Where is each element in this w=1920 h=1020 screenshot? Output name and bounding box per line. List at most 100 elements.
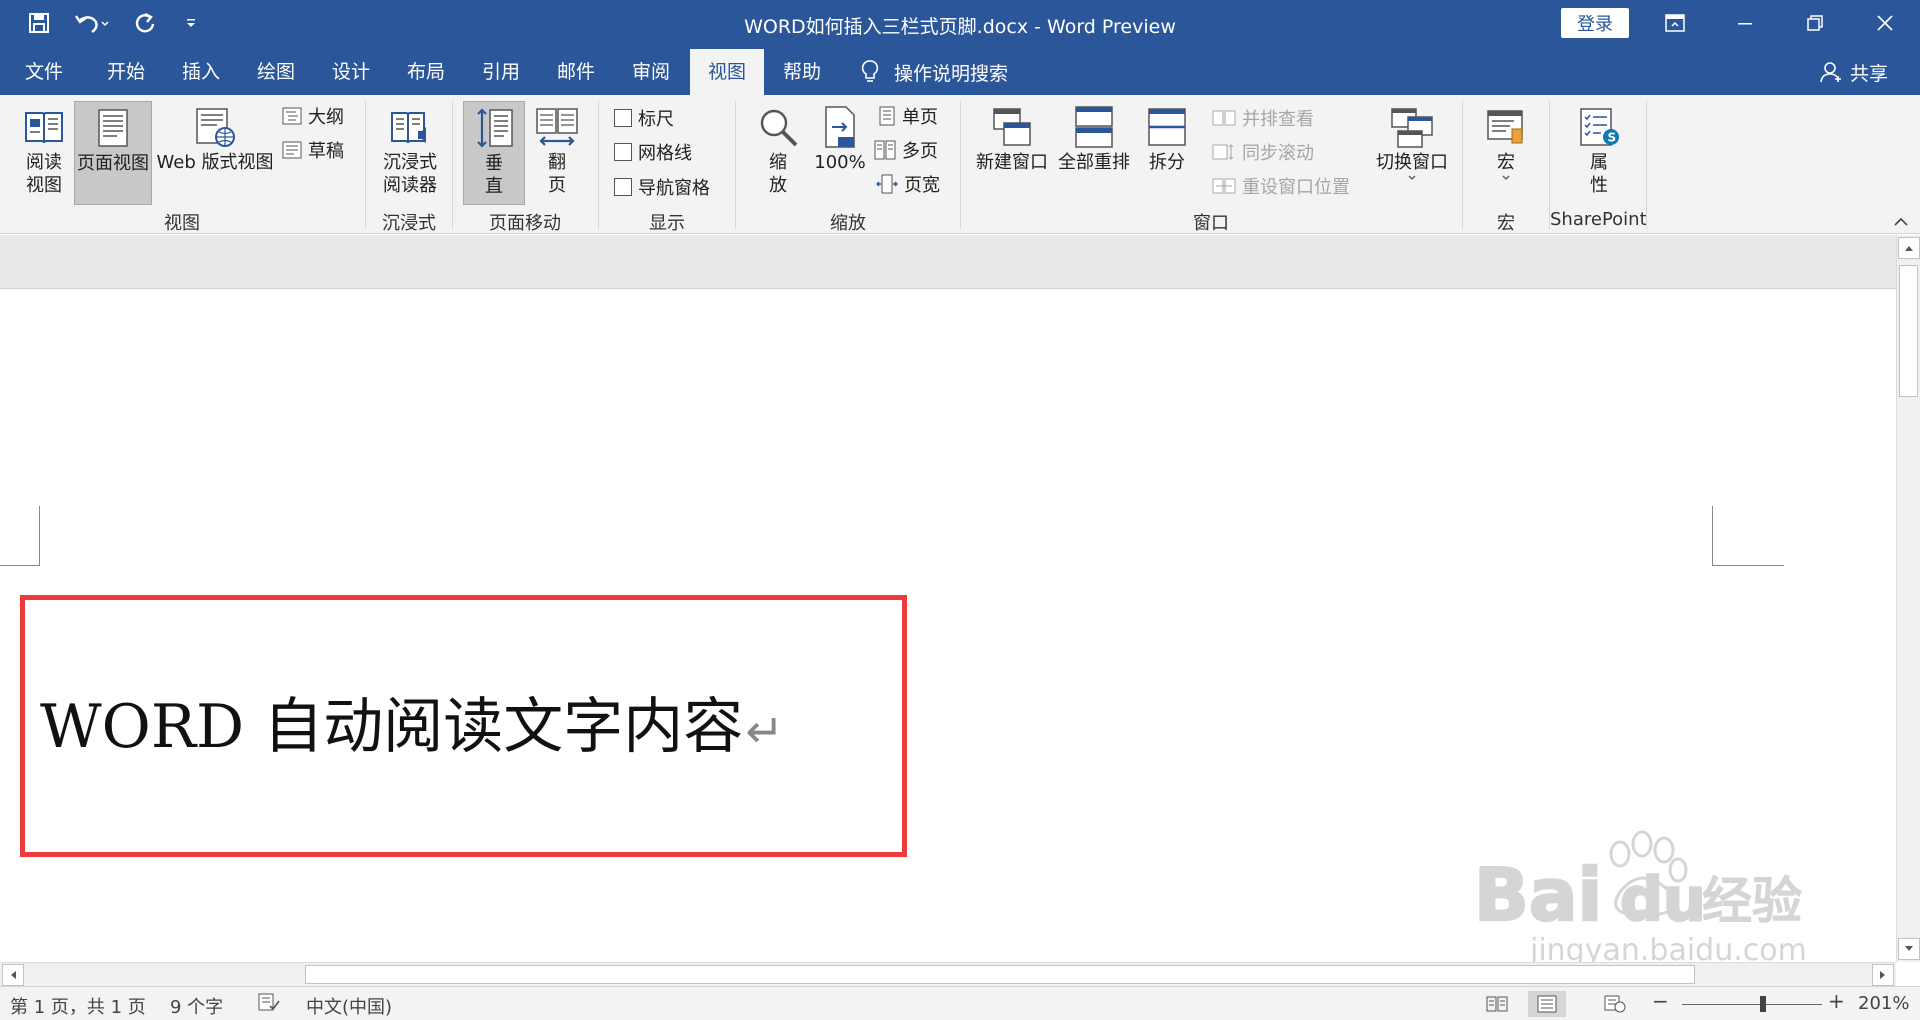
tab-mailings[interactable]: 邮件 — [538, 49, 614, 95]
immersive-reader-button[interactable]: 沉浸式 阅读器 — [374, 105, 446, 197]
nav-pane-checkbox-box[interactable] — [614, 178, 632, 196]
lightbulb-icon — [861, 60, 879, 82]
gridlines-checkbox-box[interactable] — [614, 143, 632, 161]
vertical-label: 垂 直 — [485, 153, 503, 197]
properties-button[interactable]: S 属 性 — [1566, 105, 1632, 197]
tab-review[interactable]: 审阅 — [613, 49, 689, 95]
document-text[interactable]: WORD 自动阅读文字内容↵ — [40, 678, 784, 765]
ruler-checkbox[interactable]: 标尺 — [614, 105, 674, 131]
group-sharepoint-label: SharePoint — [1550, 209, 1647, 230]
side-to-side-button[interactable]: 翻 页 — [530, 105, 584, 197]
group-separator — [1646, 101, 1647, 229]
page-width-button[interactable]: 页宽 — [876, 171, 940, 197]
gridlines-checkbox[interactable]: 网格线 — [614, 139, 692, 165]
login-button[interactable]: 登录 — [1561, 8, 1629, 38]
zoom-100-button[interactable]: 100% — [812, 105, 868, 174]
tab-insert[interactable]: 插入 — [163, 49, 239, 95]
view-side-by-side-button[interactable]: 并排查看 — [1212, 105, 1314, 131]
chevron-down-icon — [1502, 175, 1510, 180]
page-count[interactable]: 第 1 页，共 1 页 — [10, 993, 146, 1019]
arrange-all-icon — [1075, 106, 1113, 148]
macros-button[interactable]: 宏 — [1476, 105, 1536, 182]
vertical-scroll-thumb[interactable] — [1899, 265, 1918, 397]
document-text-content: WORD 自动阅读文字内容 — [40, 692, 744, 762]
paragraph-mark-icon: ↵ — [745, 704, 784, 758]
tell-me-label: 操作说明搜索 — [894, 62, 1009, 85]
proofing-icon[interactable] — [258, 992, 280, 1017]
zoom-slider-thumb[interactable] — [1760, 996, 1766, 1012]
zoom-button[interactable]: 缩 放 — [750, 105, 806, 197]
ribbon-display-options-icon[interactable] — [1640, 0, 1710, 46]
vertical-scrollbar[interactable] — [1896, 235, 1920, 962]
switch-windows-button[interactable]: 切换窗口 — [1370, 105, 1454, 182]
print-layout-icon — [98, 109, 128, 147]
crop-mark-right — [1712, 506, 1784, 566]
zoom-level[interactable]: 201% — [1858, 993, 1909, 1014]
read-mode-button[interactable]: 阅读 视图 — [14, 105, 74, 197]
scroll-left-button[interactable] — [2, 964, 24, 986]
watermark-brand-du: du — [1620, 865, 1706, 935]
language-indicator[interactable]: 中文(中国) — [306, 993, 392, 1019]
tell-me-search[interactable]: 操作说明搜索 — [860, 49, 1008, 95]
reset-window-position-button[interactable]: 重设窗口位置 — [1212, 173, 1350, 199]
group-window-label: 窗口 — [1193, 213, 1229, 234]
print-layout-view-icon[interactable] — [1528, 991, 1566, 1017]
scroll-up-button[interactable] — [1898, 237, 1920, 259]
group-macros-label: 宏 — [1497, 213, 1515, 234]
web-layout-view-icon[interactable] — [1596, 991, 1634, 1017]
split-icon — [1148, 108, 1186, 146]
ruler-checkbox-box[interactable] — [614, 109, 632, 127]
tab-draw[interactable]: 绘图 — [238, 49, 314, 95]
zoom-out-button[interactable]: − — [1652, 989, 1669, 1013]
tab-references[interactable]: 引用 — [463, 49, 539, 95]
print-layout-button[interactable]: 页面视图 — [74, 101, 152, 205]
ruler-label: 标尺 — [638, 109, 674, 130]
share-button[interactable]: 共享 — [1820, 49, 1888, 95]
web-layout-button[interactable]: Web 版式视图 — [154, 105, 276, 174]
nav-pane-checkbox[interactable]: 导航窗格 — [614, 174, 710, 200]
scroll-down-button[interactable] — [1898, 938, 1920, 960]
minimize-icon[interactable] — [1710, 0, 1780, 46]
read-mode-view-icon[interactable] — [1478, 991, 1516, 1017]
multiple-pages-button[interactable]: 多页 — [874, 137, 938, 163]
vertical-scroll-icon — [477, 108, 513, 148]
restore-icon[interactable] — [1780, 0, 1850, 46]
tab-file[interactable]: 文件 — [6, 49, 82, 95]
crop-mark-left — [0, 506, 40, 566]
new-window-button[interactable]: 新建窗口 — [972, 105, 1052, 174]
group-show-label: 显示 — [649, 213, 685, 234]
word-count[interactable]: 9 个字 — [170, 993, 223, 1019]
split-button[interactable]: 拆分 — [1138, 105, 1196, 174]
close-icon[interactable] — [1850, 0, 1920, 46]
tab-layout[interactable]: 布局 — [388, 49, 464, 95]
macros-label: 宏 — [1497, 152, 1515, 173]
collapse-ribbon-icon[interactable] — [1892, 215, 1910, 229]
switch-windows-icon — [1391, 108, 1433, 148]
new-window-label: 新建窗口 — [976, 152, 1048, 173]
arrange-all-button[interactable]: 全部重排 — [1054, 105, 1134, 174]
chevron-down-icon — [1408, 175, 1416, 180]
draft-button[interactable]: 草稿 — [282, 137, 344, 163]
multiple-pages-label: 多页 — [902, 141, 938, 162]
one-page-button[interactable]: 单页 — [878, 103, 938, 129]
immersive-reader-label: 沉浸式 阅读器 — [383, 152, 437, 196]
tab-help[interactable]: 帮助 — [764, 49, 840, 95]
svg-text:S: S — [1608, 131, 1617, 145]
outline-button[interactable]: 大纲 — [282, 103, 344, 129]
document-page[interactable]: WORD 自动阅读文字内容↵ Bai du 经验 jingyan.baidu.c… — [0, 290, 1896, 962]
read-mode-icon — [25, 112, 63, 144]
tab-view[interactable]: 视图 — [690, 49, 764, 95]
vertical-button[interactable]: 垂 直 — [463, 101, 525, 205]
macros-icon — [1487, 110, 1523, 144]
tab-design[interactable]: 设计 — [313, 49, 389, 95]
zoom-in-button[interactable]: + — [1828, 989, 1845, 1013]
horizontal-scrollbar[interactable] — [0, 962, 1896, 986]
scroll-right-button[interactable] — [1872, 964, 1894, 986]
zoom-slider-track[interactable] — [1682, 1004, 1822, 1005]
tab-home[interactable]: 开始 — [88, 49, 164, 95]
horizontal-scroll-thumb[interactable] — [305, 965, 1695, 984]
sync-scroll-button[interactable]: 同步滚动 — [1212, 139, 1314, 165]
watermark-brand: Bai — [1474, 853, 1602, 937]
group-immersive-label: 沉浸式 — [382, 213, 436, 234]
draft-icon — [282, 141, 302, 159]
